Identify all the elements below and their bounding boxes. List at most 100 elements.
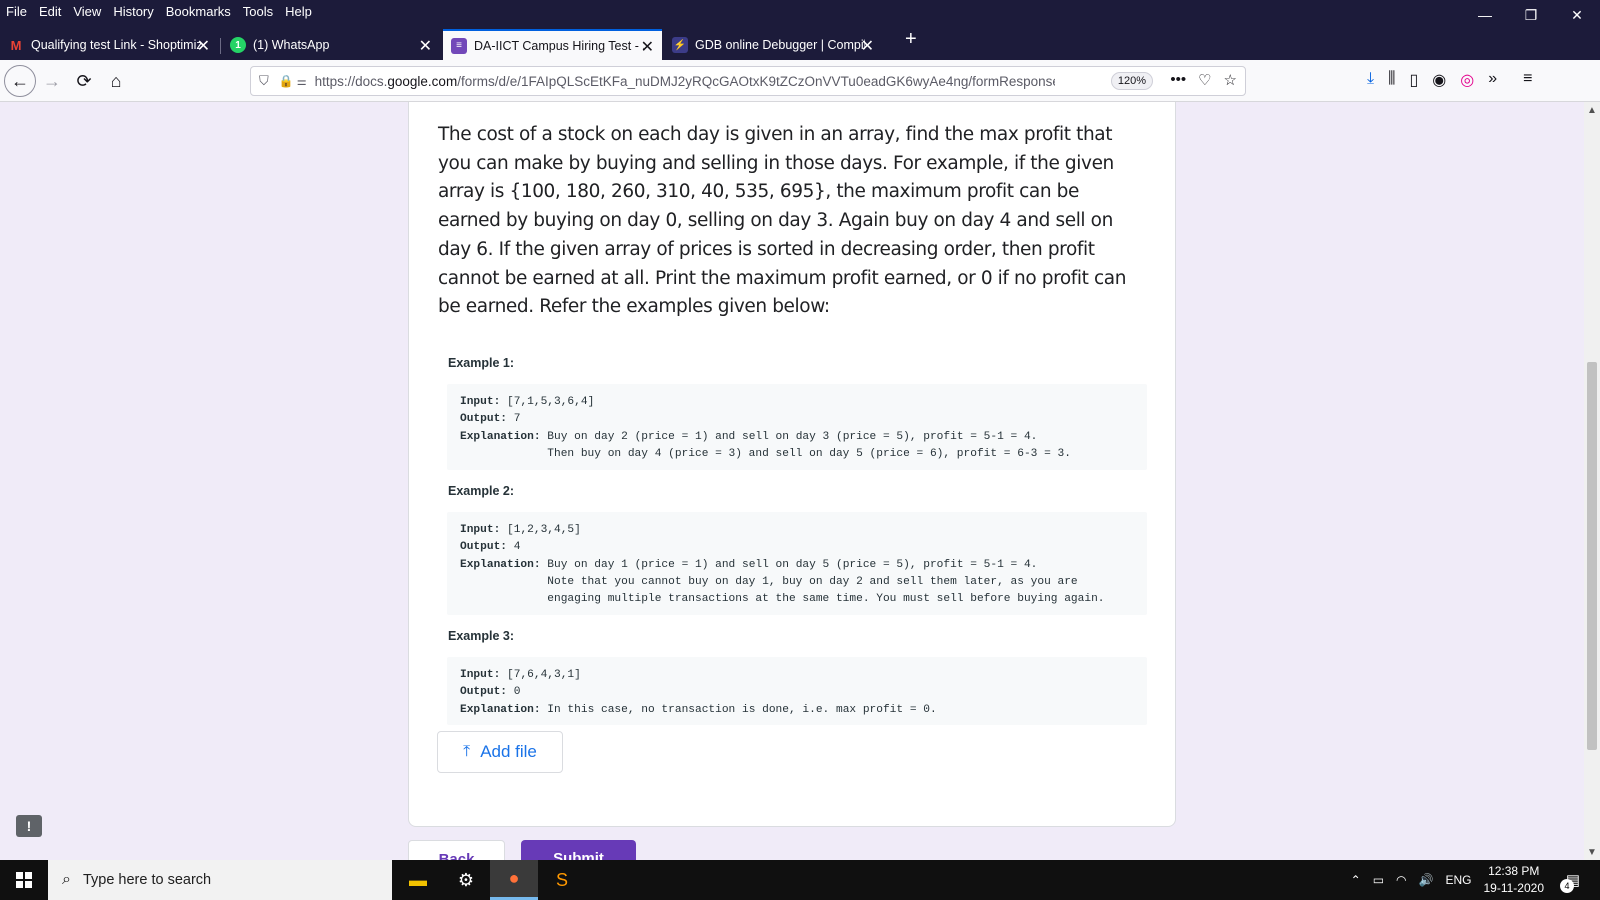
search-icon: ⌕ bbox=[62, 871, 71, 888]
input-value: [1,2,3,4,5] bbox=[500, 524, 581, 536]
tray-overflow-icon[interactable]: ⌃ bbox=[1351, 873, 1361, 887]
form-back-button[interactable]: Back bbox=[408, 840, 505, 860]
explanation-text: Buy on day 2 (price = 1) and sell on day… bbox=[547, 430, 1071, 460]
pocket-icon[interactable]: ♡ bbox=[1198, 71, 1211, 89]
search-placeholder: Type here to search bbox=[82, 872, 212, 888]
tab-gmail[interactable]: M Qualifying test Link - Shoptimiz ✕ bbox=[0, 30, 218, 60]
gdb-icon: ⚡ bbox=[672, 37, 688, 53]
wifi-icon[interactable]: ◠ bbox=[1396, 873, 1406, 887]
taskbar-search-input[interactable]: ⌕ Type here to search bbox=[48, 860, 392, 900]
shield-icon[interactable]: ⛉ bbox=[259, 73, 269, 89]
tab-gdb[interactable]: ⚡ GDB online Debugger | Compile ✕ bbox=[664, 30, 882, 60]
input-label: Input: bbox=[460, 396, 501, 408]
back-button[interactable]: ← bbox=[4, 65, 36, 97]
language-indicator[interactable]: ENG bbox=[1445, 873, 1471, 887]
tab-title: Qualifying test Link - Shoptimiz bbox=[31, 38, 201, 52]
lock-icon[interactable]: 🔒 bbox=[279, 74, 294, 88]
account-icon[interactable]: ◉ bbox=[1432, 70, 1446, 90]
form-submit-button[interactable]: Submit bbox=[521, 840, 636, 860]
forward-button[interactable]: → bbox=[38, 68, 66, 94]
menu-view[interactable]: View bbox=[67, 4, 107, 19]
tab-strip: M Qualifying test Link - Shoptimiz ✕ 1 (… bbox=[0, 22, 1600, 60]
input-value: [7,1,5,3,6,4] bbox=[500, 396, 595, 408]
menu-file[interactable]: File bbox=[0, 4, 33, 19]
bookmark-star-icon[interactable]: ☆ bbox=[1224, 71, 1237, 89]
menu-bookmarks[interactable]: Bookmarks bbox=[160, 4, 237, 19]
gmail-icon: M bbox=[10, 37, 22, 53]
reload-button[interactable]: ⟳ bbox=[70, 68, 98, 94]
explanation-text: Buy on day 1 (price = 1) and sell on day… bbox=[547, 558, 1105, 606]
input-value: [7,6,4,3,1] bbox=[500, 669, 581, 681]
tab-google-forms[interactable]: ≡ DA-IICT Campus Hiring Test - 2 ✕ bbox=[443, 29, 662, 60]
start-button[interactable] bbox=[0, 860, 48, 900]
tab-title: (1) WhatsApp bbox=[253, 38, 330, 52]
downloads-icon[interactable]: ⤓ bbox=[1367, 70, 1374, 90]
output-label: Output: bbox=[460, 413, 507, 426]
menu-edit[interactable]: Edit bbox=[33, 4, 67, 19]
page-actions-icon[interactable]: ••• bbox=[1170, 71, 1186, 89]
example-heading: Example 2: bbox=[448, 484, 515, 498]
url-actions: ••• ♡ ☆ bbox=[1170, 71, 1237, 89]
output-value: 4 bbox=[507, 541, 521, 554]
scroll-thumb[interactable] bbox=[1587, 362, 1597, 750]
close-tab-icon[interactable]: ✕ bbox=[419, 36, 432, 56]
notification-count: 4 bbox=[1560, 879, 1574, 893]
close-tab-icon[interactable]: ✕ bbox=[197, 36, 210, 56]
clock-time: 12:38 PM bbox=[1488, 864, 1540, 878]
firefox-icon[interactable]: ● bbox=[490, 860, 538, 900]
sublime-text-icon[interactable]: S bbox=[538, 860, 586, 900]
menu-history[interactable]: History bbox=[107, 4, 159, 19]
output-label: Output: bbox=[460, 686, 507, 699]
home-button[interactable]: ⌂ bbox=[102, 68, 130, 94]
notification-center-icon[interactable]: ▤ 4 bbox=[1558, 865, 1588, 895]
extension-icon[interactable]: ◎ bbox=[1460, 70, 1474, 90]
question-text: The cost of a stock on each day is given… bbox=[438, 124, 1127, 318]
permissions-icon[interactable]: ⚌ bbox=[297, 75, 307, 88]
scroll-down-icon[interactable]: ▼ bbox=[1584, 844, 1600, 860]
url-text[interactable]: https://docs.google.com/forms/d/e/1FAIpQ… bbox=[315, 74, 1055, 89]
overflow-menu-icon[interactable]: » bbox=[1488, 70, 1497, 90]
sidebar-icon[interactable]: ▯ bbox=[1409, 70, 1418, 90]
menu-help[interactable]: Help bbox=[279, 4, 318, 19]
tab-title: GDB online Debugger | Compile bbox=[695, 38, 865, 52]
navigation-bar: ← → ⟳ ⌂ ⛉ 🔒 ⚌ https://docs.google.com/fo… bbox=[0, 60, 1600, 102]
url-bar[interactable]: ⛉ 🔒 ⚌ https://docs.google.com/forms/d/e/… bbox=[250, 66, 1246, 96]
google-forms-icon: ≡ bbox=[451, 37, 467, 54]
new-tab-button[interactable]: + bbox=[905, 28, 917, 51]
battery-icon[interactable]: ▭ bbox=[1373, 873, 1384, 887]
explanation-text: In this case, no transaction is done, i.… bbox=[540, 703, 937, 716]
report-issue-icon[interactable]: ! bbox=[16, 815, 42, 837]
example-heading: Example 3: bbox=[448, 629, 515, 643]
tab-separator bbox=[220, 38, 221, 54]
zoom-level-badge[interactable]: 120% bbox=[1110, 72, 1153, 90]
settings-gear-icon[interactable]: ⚙ bbox=[442, 860, 490, 900]
explanation-label: Explanation: bbox=[460, 430, 541, 443]
explanation-label: Explanation: bbox=[460, 558, 541, 571]
whatsapp-icon: 1 bbox=[230, 37, 246, 53]
page-scrollbar[interactable]: ▲ ▼ bbox=[1584, 102, 1600, 860]
close-tab-icon[interactable]: ✕ bbox=[641, 37, 654, 57]
system-tray: ⌃ ▭ ◠ 🔊 ENG 12:38 PM 19-11-2020 ▤ 4 bbox=[1351, 860, 1600, 900]
clock[interactable]: 12:38 PM 19-11-2020 bbox=[1484, 863, 1545, 897]
menu-tools[interactable]: Tools bbox=[237, 4, 279, 19]
clock-date: 19-11-2020 bbox=[1483, 881, 1545, 895]
windows-logo-icon bbox=[16, 872, 32, 888]
file-explorer-icon[interactable]: ▬ bbox=[394, 860, 442, 900]
example-code-block: Input: [7,1,5,3,6,4] Output: 7 Explanati… bbox=[447, 384, 1147, 470]
hamburger-menu-icon[interactable]: ≡ bbox=[1523, 70, 1532, 90]
example-code-block: Input: [1,2,3,4,5] Output: 4 Explanation… bbox=[447, 512, 1147, 615]
scroll-up-icon[interactable]: ▲ bbox=[1584, 102, 1600, 118]
add-file-button[interactable]: ⤒ Add file bbox=[437, 731, 563, 773]
input-label: Input: bbox=[460, 669, 501, 681]
output-value: 7 bbox=[507, 413, 521, 426]
example-code-block: Input: [7,6,4,3,1] Output: 0 Explanation… bbox=[447, 657, 1147, 725]
tab-title: DA-IICT Campus Hiring Test - 2 bbox=[474, 38, 644, 53]
toolbar-icons: ⤓ ⫼ ▯ ◉ ◎ » ≡ bbox=[1367, 70, 1532, 90]
input-label: Input: bbox=[460, 524, 501, 536]
volume-icon[interactable]: 🔊 bbox=[1419, 873, 1434, 887]
library-icon[interactable]: ⫼ bbox=[1388, 70, 1395, 90]
close-tab-icon[interactable]: ✕ bbox=[861, 36, 874, 56]
tab-whatsapp[interactable]: 1 (1) WhatsApp ✕ bbox=[222, 30, 440, 60]
output-label: Output: bbox=[460, 541, 507, 554]
menu-bar: File Edit View History Bookmarks Tools H… bbox=[0, 0, 1600, 22]
